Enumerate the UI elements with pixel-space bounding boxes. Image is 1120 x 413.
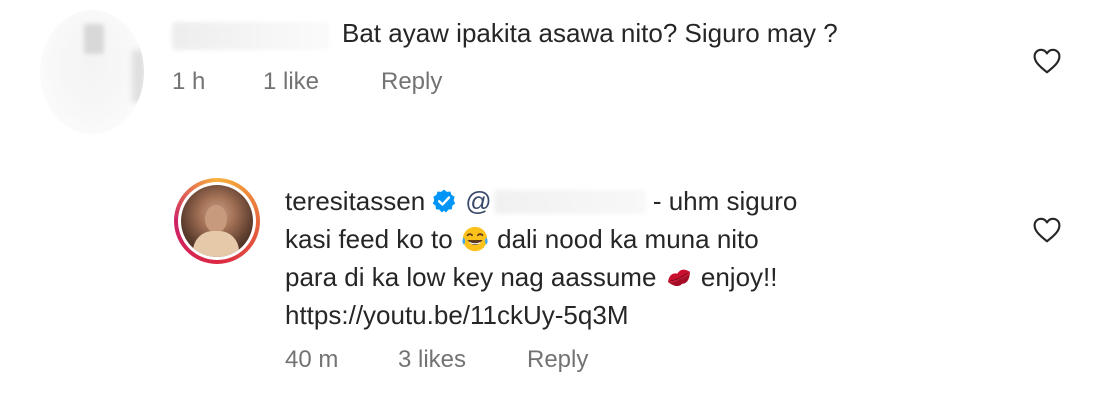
- reply-avatar[interactable]: [174, 178, 260, 264]
- avatar-blur: [84, 24, 104, 54]
- reply-username[interactable]: teresitassen: [285, 186, 425, 216]
- tears-of-joy-emoji-icon: [462, 226, 488, 252]
- comment-like-count[interactable]: 1 like: [263, 64, 319, 100]
- reply-line-2: kasi feed ko to dali nood ka muna nito: [285, 220, 797, 258]
- verified-badge-icon: [432, 189, 456, 213]
- reply-text-part: kasi feed ko to: [285, 224, 460, 254]
- mention-symbol[interactable]: @: [465, 182, 491, 220]
- comment-text: Bat ayaw ipakita asawa nito? Siguro may …: [342, 18, 838, 48]
- redacted-mention[interactable]: [493, 190, 646, 214]
- comment-reply-button[interactable]: Reply: [381, 64, 442, 100]
- reply-line-1: teresitassen @ - uhm siguro: [285, 182, 797, 220]
- reply-comment: teresitassen @ - uhm siguro kasi feed ko …: [285, 182, 797, 334]
- heart-icon[interactable]: [1032, 48, 1062, 74]
- reply-line-3: para di ka low key nag aassume enjoy!!: [285, 258, 797, 296]
- heart-icon[interactable]: [1032, 217, 1062, 243]
- redacted-username[interactable]: [172, 22, 330, 50]
- reply-reply-button[interactable]: Reply: [527, 342, 588, 378]
- reply-link[interactable]: https://youtu.be/11ckUy-5q3M: [285, 296, 797, 334]
- reply-text-part: - uhm siguro: [645, 186, 798, 216]
- profile-photo: [181, 185, 253, 257]
- reply-timestamp: 40 m: [285, 346, 339, 373]
- avatar-blur: [132, 50, 144, 102]
- reply-text-part: para di ka low key nag aassume: [285, 262, 664, 292]
- kiss-mark-emoji-icon: [667, 269, 690, 287]
- reply-text-part: dali nood ka muna nito: [489, 224, 759, 254]
- reply-text-part: enjoy!!: [693, 262, 778, 292]
- reply-like-count[interactable]: 3 likes: [398, 342, 466, 378]
- comment-timestamp: 1 h: [172, 68, 206, 95]
- commenter-avatar[interactable]: [40, 10, 144, 134]
